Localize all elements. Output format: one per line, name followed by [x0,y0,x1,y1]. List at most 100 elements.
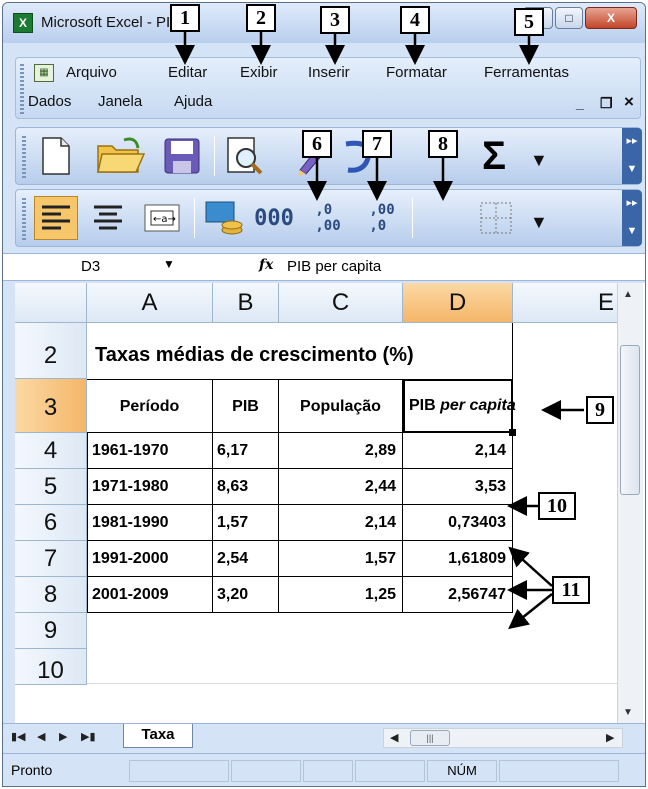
row-header-8[interactable]: 8 [15,577,87,613]
toolbar-grip-icon[interactable] [22,198,26,240]
borders-icon[interactable] [474,196,518,240]
name-box-dropdown-icon[interactable]: ▼ [163,257,175,271]
new-icon[interactable] [34,134,78,178]
vertical-scrollbar[interactable]: ▲ ▼ [617,283,643,723]
merge-center-icon[interactable]: ←a→ [140,196,184,240]
cell-d8[interactable]: 2,56747 [403,577,513,613]
select-all-corner[interactable] [15,283,87,323]
increase-decimal-icon[interactable]: ,0 ,00 [306,196,350,240]
sheet-tab-taxa[interactable]: Taxa [123,724,193,748]
workbook-restore-button[interactable]: ❐ [600,95,613,112]
currency-icon[interactable] [202,196,246,240]
cell-b5[interactable]: 8,63 [213,469,279,505]
menu-janela[interactable]: Janela [98,93,142,110]
thousands-separator-icon[interactable]: 000 [252,196,296,240]
align-center-icon[interactable] [86,196,130,240]
scroll-down-icon[interactable]: ▼ [623,707,633,718]
column-header-e[interactable]: E [513,283,623,323]
toolbar-options-icon[interactable]: ▸▸ ▼ [622,190,642,246]
column-header-c[interactable]: C [279,283,403,323]
cell-a2-title[interactable]: Taxas médias de crescimento (%) [87,323,513,379]
excel-app-icon[interactable]: X [13,13,33,33]
cell-c6[interactable]: 2,14 [279,505,403,541]
borders-dropdown-icon[interactable]: ▼ [530,212,548,233]
scroll-left-icon[interactable]: ◀ [390,731,398,744]
autosum-dropdown-icon[interactable]: ▼ [530,150,548,171]
vertical-scroll-thumb[interactable] [620,345,640,495]
cell-a3[interactable]: Período [87,379,213,433]
save-icon[interactable] [160,134,204,178]
callout-10: 10 [538,492,576,520]
align-left-icon[interactable] [34,196,78,240]
row-header-4[interactable]: 4 [15,433,87,469]
column-header-b[interactable]: B [213,283,279,323]
horizontal-scroll-thumb[interactable]: ||| [410,730,450,746]
cell-b7[interactable]: 2,54 [213,541,279,577]
menu-grip-icon[interactable] [20,64,24,114]
next-sheet-icon[interactable]: ▶ [59,730,67,743]
row-header-10[interactable]: 10 [15,649,87,685]
row-header-6[interactable]: 6 [15,505,87,541]
cell-b6[interactable]: 1,57 [213,505,279,541]
cell-c7[interactable]: 1,57 [279,541,403,577]
workbook-minimize-button[interactable]: _ [576,95,584,111]
print-preview-icon[interactable] [222,134,266,178]
cell-d4[interactable]: 2,14 [403,433,513,469]
status-panel [231,760,301,782]
menu-arquivo[interactable]: Arquivo [66,64,117,81]
cell-c5[interactable]: 2,44 [279,469,403,505]
menu-exibir[interactable]: Exibir [240,64,278,81]
row-header-3[interactable]: 3 [15,379,87,433]
autosum-icon[interactable]: Σ [472,134,516,178]
cell-a5[interactable]: 1971-1980 [87,469,213,505]
cell-a4[interactable]: 1961-1970 [87,433,213,469]
row-header-2[interactable]: 2 [15,323,87,379]
callout-5: 5 [514,8,544,36]
callout-7: 7 [362,130,392,158]
prev-sheet-icon[interactable]: ◀ [37,730,45,743]
callout-8: 8 [428,130,458,158]
cell-b4[interactable]: 6,17 [213,433,279,469]
decrease-decimal-icon[interactable]: ,00 ,0 [360,196,404,240]
callout-4: 4 [400,6,430,34]
cell-a7[interactable]: 1991-2000 [87,541,213,577]
status-panel [499,760,619,782]
row-header-7[interactable]: 7 [15,541,87,577]
toolbar-options-icon[interactable]: ▸▸ ▼ [622,128,642,184]
first-sheet-icon[interactable]: ▮◀ [11,730,26,743]
menu-inserir[interactable]: Inserir [308,64,350,81]
column-header-d[interactable]: D [403,283,513,323]
maximize-button[interactable]: □ [555,7,583,29]
last-sheet-icon[interactable]: ▶▮ [81,730,96,743]
insert-function-icon[interactable]: fx [259,257,273,273]
cell-b3[interactable]: PIB [213,379,279,433]
row-header-9[interactable]: 9 [15,613,87,649]
open-icon[interactable] [92,134,148,178]
scroll-up-icon[interactable]: ▲ [623,289,633,300]
cell-a8[interactable]: 2001-2009 [87,577,213,613]
toolbar-grip-icon[interactable] [22,136,26,178]
menu-dados[interactable]: Dados [28,93,71,110]
cell-d7[interactable]: 1,61809 [403,541,513,577]
cell-d3-active[interactable]: PIB per capita [403,379,516,433]
cell-c8[interactable]: 1,25 [279,577,403,613]
callout-2: 2 [246,4,276,32]
horizontal-scrollbar[interactable]: ◀ ||| ▶ [383,728,623,748]
cell-c4[interactable]: 2,89 [279,433,403,469]
workbook-close-button[interactable]: × [624,92,634,112]
cell-d5[interactable]: 3,53 [403,469,513,505]
cell-d6[interactable]: 0,73403 [403,505,513,541]
workbook-icon[interactable]: ▦ [34,64,54,82]
menu-editar[interactable]: Editar [168,64,207,81]
formula-input[interactable]: PIB per capita [287,258,381,275]
cell-a6[interactable]: 1981-1990 [87,505,213,541]
column-header-a[interactable]: A [87,283,213,323]
menu-formatar[interactable]: Formatar [386,64,447,81]
row-header-5[interactable]: 5 [15,469,87,505]
menu-ajuda[interactable]: Ajuda [174,93,212,110]
close-button[interactable]: X [585,7,637,29]
cell-c3[interactable]: População [279,379,403,433]
cell-b8[interactable]: 3,20 [213,577,279,613]
menu-ferramentas[interactable]: Ferramentas [484,64,569,81]
scroll-right-icon[interactable]: ▶ [606,731,614,744]
